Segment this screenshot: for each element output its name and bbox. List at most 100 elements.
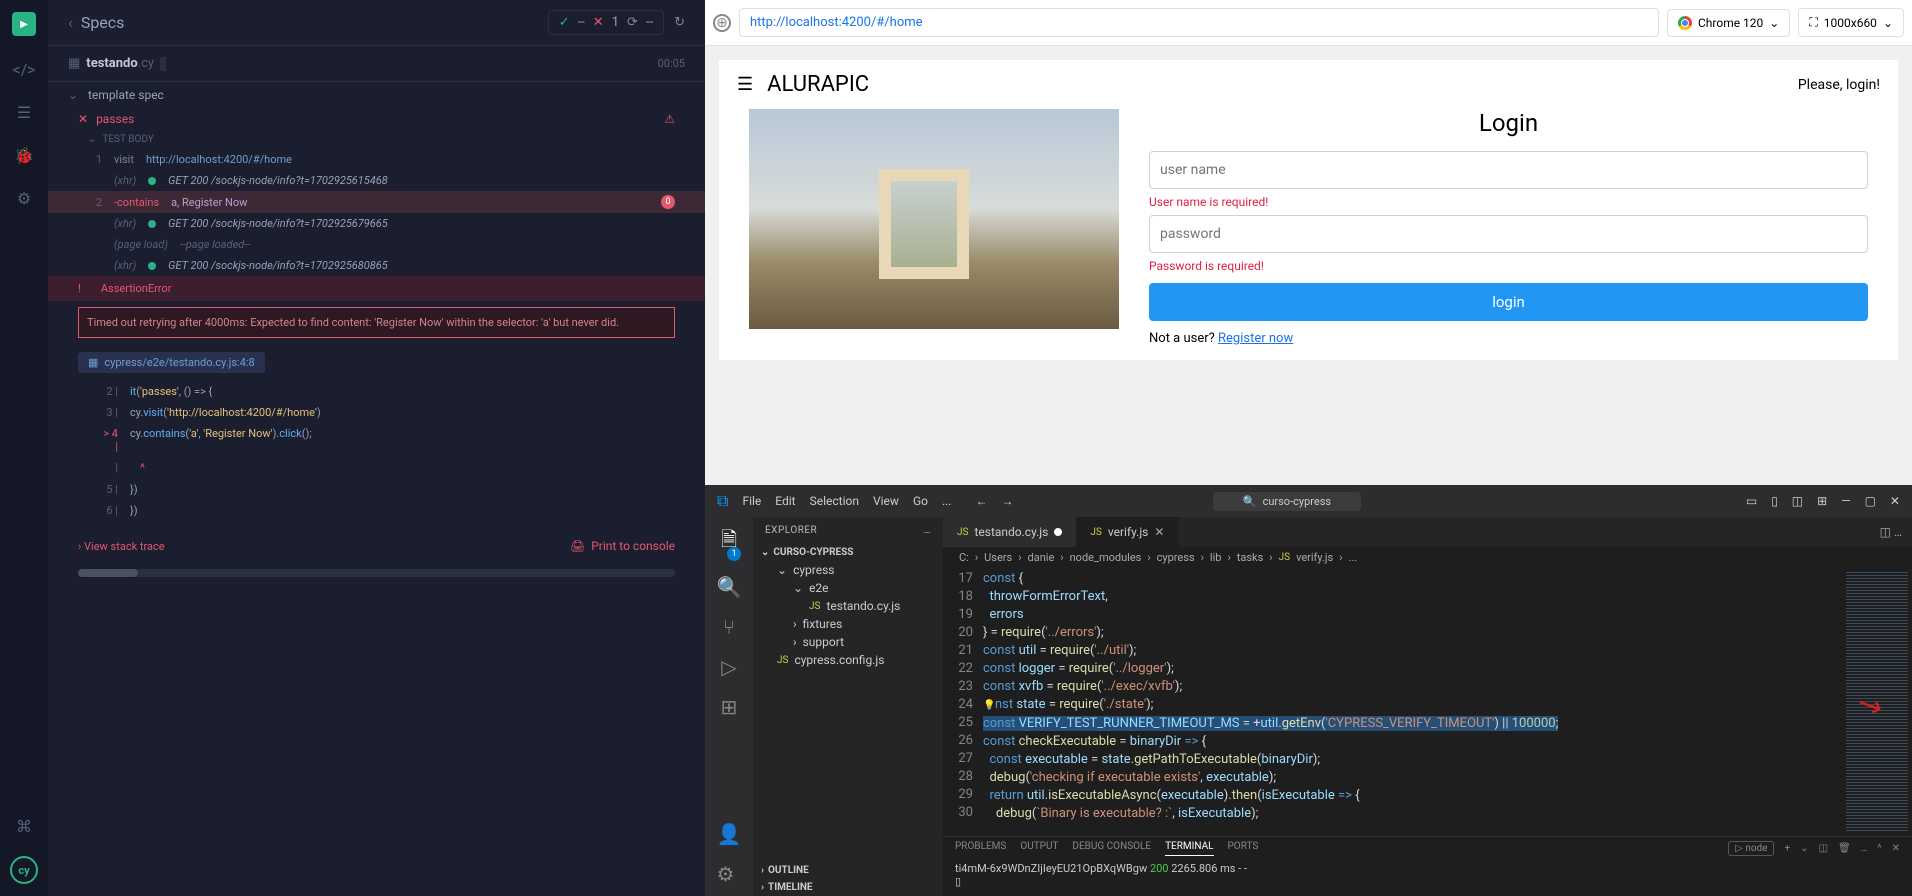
vscode-body: 🗎1 🔍 ⑂ ▷ ⊞ 👤 ⚙ EXPLORER … ⌄CURSO-CYPRESS… xyxy=(705,517,1912,896)
viewport-select[interactable]: ⛶ 1000x660 ⌄ xyxy=(1798,8,1904,37)
cmd-pin[interactable]: 0 xyxy=(661,195,675,209)
tab-problems[interactable]: PROBLEMS xyxy=(955,841,1006,856)
xhr-row-3[interactable]: (xhr) GET 200 /sockjs-node/info?t=170292… xyxy=(48,255,705,276)
scroll-thumb[interactable] xyxy=(78,569,138,577)
terminal-shell[interactable]: ▷ node xyxy=(1728,841,1774,856)
tab-debug[interactable]: DEBUG CONSOLE xyxy=(1072,841,1151,856)
xhr-row-2[interactable]: (xhr) GET 200 /sockjs-node/info?t=170292… xyxy=(48,213,705,234)
register-now-link[interactable]: Register now xyxy=(1218,331,1293,346)
chevron-up-icon[interactable]: ^ xyxy=(1877,843,1881,854)
bug-icon[interactable]: 🐞 xyxy=(14,146,34,165)
target-icon[interactable]: ⊕ xyxy=(713,14,731,32)
close-icon[interactable]: ✕ xyxy=(1154,525,1164,539)
password-input[interactable] xyxy=(1149,215,1868,253)
outline-section[interactable]: ›OUTLINE xyxy=(753,862,943,879)
tab-terminal[interactable]: TERMINAL xyxy=(1165,841,1213,856)
new-terminal-icon[interactable]: + xyxy=(1784,843,1790,854)
page-load-row[interactable]: (page load) --page loaded-- xyxy=(48,234,705,255)
cypress-logo[interactable]: ▶ xyxy=(12,12,36,36)
xhr-row-1[interactable]: (xhr) GET 200 /sockjs-node/info?t=170292… xyxy=(48,170,705,191)
code-icon[interactable]: </> xyxy=(12,60,35,79)
code-area[interactable]: 1718192021222324252627282930 const { thr… xyxy=(943,568,1912,836)
maximize-icon[interactable]: ▢ xyxy=(1865,494,1876,508)
cypress-brand-icon[interactable]: cy xyxy=(10,856,38,884)
debug-icon[interactable]: ▷ xyxy=(721,655,736,679)
url-input[interactable]: http://localhost:4200/#/home xyxy=(739,8,1659,37)
more-icon[interactable]: … xyxy=(924,525,931,536)
layout-icon[interactable]: ▭ xyxy=(1746,494,1757,508)
print-console-link[interactable]: 🖨 Print to console xyxy=(570,539,675,553)
template-spec-row[interactable]: ⌄ template spec xyxy=(48,82,705,108)
cmd-name: -contains xyxy=(114,196,159,209)
folder-fixtures[interactable]: ›fixtures xyxy=(753,615,943,633)
folder-cypress[interactable]: ⌄cypress xyxy=(753,561,943,579)
code-lines[interactable]: const { throwFormErrorText, errors } = r… xyxy=(983,568,1842,836)
file-config[interactable]: JScypress.config.js xyxy=(753,651,943,669)
please-login-link[interactable]: Please, login! xyxy=(1798,77,1880,93)
layout-icon[interactable]: ◫ xyxy=(1792,494,1803,508)
hamburger-icon[interactable]: ☰ xyxy=(737,74,753,95)
login-heading: Login xyxy=(1149,109,1868,137)
chevron-left-icon[interactable]: ‹ xyxy=(68,13,73,32)
timeline-section[interactable]: ›TIMELINE xyxy=(753,879,943,896)
layout-icon[interactable]: ⊞ xyxy=(1817,494,1827,508)
cmd-contains[interactable]: 2 -contains a, Register Now 0 xyxy=(48,191,705,213)
menu-view[interactable]: View xyxy=(873,494,899,508)
vscode-logo-icon[interactable]: ⧉ xyxy=(717,491,728,511)
test-body-row[interactable]: ⌄ TEST BODY xyxy=(48,130,705,149)
command-center[interactable]: 🔍curso-cypress xyxy=(1213,492,1361,511)
layout-icon[interactable]: ▯ xyxy=(1771,494,1778,508)
extensions-icon[interactable]: ⊞ xyxy=(721,695,738,719)
menu-go[interactable]: Go xyxy=(913,494,928,508)
browser-select[interactable]: Chrome 120 ⌄ xyxy=(1667,9,1790,37)
settings-icon[interactable]: ⚙ xyxy=(717,862,742,886)
close-icon[interactable]: ✕ xyxy=(1892,843,1900,854)
explorer-icon[interactable]: 🗎1 xyxy=(721,525,737,559)
menu-more[interactable]: ... xyxy=(942,494,952,508)
lightbulb-icon[interactable]: 💡 xyxy=(983,697,995,715)
terminal-output[interactable]: ti4mM-6x9WDnZIjIeyEU21OpBXqWBgw 200 2265… xyxy=(943,860,1912,890)
keyboard-icon[interactable]: ⌘ xyxy=(16,817,32,836)
menu-edit[interactable]: Edit xyxy=(775,494,795,508)
tab-output[interactable]: OUTPUT xyxy=(1020,841,1058,856)
menu-selection[interactable]: Selection xyxy=(810,494,859,508)
login-button[interactable]: login xyxy=(1149,283,1868,321)
project-section[interactable]: ⌄CURSO-CYPRESS xyxy=(753,544,943,561)
file-testando[interactable]: JStestando.cy.js xyxy=(753,597,943,615)
close-icon[interactable]: ✕ xyxy=(1890,494,1900,508)
account-icon[interactable]: 👤 xyxy=(717,822,742,846)
nav-back-icon[interactable]: ← xyxy=(975,494,987,508)
menu-file[interactable]: File xyxy=(742,494,761,508)
tab-testando[interactable]: JStestando.cy.js xyxy=(943,517,1076,547)
folder-support[interactable]: ›support xyxy=(753,633,943,651)
trash-icon[interactable]: 🗑 xyxy=(1838,843,1851,854)
list-icon[interactable]: ☰ xyxy=(17,103,31,122)
breadcrumb[interactable]: C:›Users›danie›node_modules›cypress›lib›… xyxy=(943,547,1912,568)
error-file-path: cypress/e2e/testando.cy.js:4:8 xyxy=(104,356,254,369)
gear-icon[interactable]: ⚙ xyxy=(17,189,31,208)
scm-icon[interactable]: ⑂ xyxy=(723,615,735,639)
username-input[interactable] xyxy=(1149,151,1868,189)
more-icon[interactable]: … xyxy=(1861,843,1868,854)
cmd-visit[interactable]: 1 visit http://localhost:4200/#/home xyxy=(48,149,705,170)
split-icon[interactable]: ◫ xyxy=(1819,843,1828,854)
error-file-link[interactable]: ▦cypress/e2e/testando.cy.js:4:8 xyxy=(48,344,705,381)
nav-fwd-icon[interactable]: → xyxy=(1001,494,1013,508)
cursor xyxy=(160,57,166,71)
scrollbar[interactable] xyxy=(78,569,675,577)
xhr-status-dot-icon xyxy=(148,220,156,228)
spec-file-row[interactable]: ▦ testando.cy 00:05 xyxy=(48,46,705,82)
search-icon[interactable]: 🔍 xyxy=(717,575,742,599)
view-stack-trace-link[interactable]: › View stack trace xyxy=(78,540,165,553)
minimap[interactable]: ↘ xyxy=(1842,568,1912,836)
more-icon[interactable]: … xyxy=(1894,525,1902,539)
tab-verify[interactable]: JSverify.js✕ xyxy=(1076,517,1178,547)
folder-e2e[interactable]: ⌄e2e xyxy=(753,579,943,597)
split-icon[interactable]: ◫ xyxy=(1880,525,1891,539)
tab-ports[interactable]: PORTS xyxy=(1228,841,1259,856)
refresh-icon[interactable]: ↻ xyxy=(674,15,685,30)
minimize-icon[interactable]: — xyxy=(1841,494,1850,508)
app-title: ALURAPIC xyxy=(767,72,869,97)
chevron-down-icon[interactable]: ⌄ xyxy=(1800,843,1808,854)
test-passes-row[interactable]: ✕ passes ⚠ xyxy=(48,108,705,130)
